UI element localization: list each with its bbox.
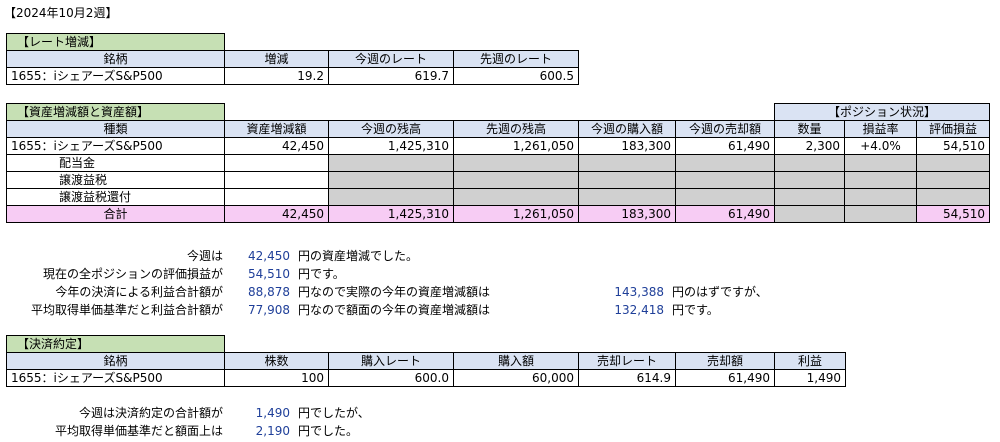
assets-total-cell — [774, 205, 845, 223]
settlement-cell: 600.0 — [328, 369, 454, 387]
assets-row-label: 譲渡益税還付 — [6, 188, 225, 206]
settlement-header-row: 銘柄 株数 購入レート 購入額 売却レート 売却額 利益 — [6, 352, 846, 370]
assets-total-cell: 54,510 — [915, 205, 991, 223]
summary-text: 円です。 — [672, 303, 719, 317]
rate-header-row: 銘柄 増減 今週のレート 先週のレート — [6, 50, 579, 68]
bottom-text: 円でした。 — [298, 424, 359, 438]
settlement-header: 株数 — [224, 352, 329, 370]
summary-label: 今年の決済による利益合計額が — [55, 285, 223, 299]
assets-cell: 2,300 — [774, 137, 845, 155]
summary-text: 円なので額面の今年の資産増減額は — [298, 303, 491, 317]
settlement-header: 売却額 — [675, 352, 775, 370]
rate-header-last-week: 先週のレート — [453, 50, 579, 68]
bottom-label: 今週は決済約定の合計額が — [78, 406, 223, 420]
assets-header-row: 種類 資産増減額 今週の残高 先週の残高 今週の購入額 今週の売却額 数量 損益… — [6, 120, 991, 138]
summary-text: 円です。 — [298, 267, 345, 281]
summary-value: 143,388 — [614, 285, 664, 299]
assets-header-unrealized: 評価損益 — [915, 120, 991, 138]
rate-issue: 1655：iシェアーズS&P500 — [6, 67, 225, 85]
settlement-cell: 61,490 — [675, 369, 775, 387]
assets-header-quantity: 数量 — [774, 120, 845, 138]
assets-cell: 1,425,310 — [328, 137, 454, 155]
assets-cell: 183,300 — [578, 137, 676, 155]
assets-total-cell: 61,490 — [675, 205, 775, 223]
settlement-header: 利益 — [774, 352, 846, 370]
assets-cell: 42,450 — [224, 137, 329, 155]
assets-title: 【資産増減額と資産額】 — [6, 103, 225, 121]
table-row: 1655：iシェアーズS&P500 19.2 619.7 600.5 — [6, 67, 579, 85]
summary-value: 132,418 — [614, 303, 664, 317]
assets-title-row: 【資産増減額と資産額】 【ポジション状況】 — [6, 103, 991, 121]
table-row: 1655：iシェアーズS&P500 42,450 1,425,310 1,261… — [6, 137, 991, 155]
settlement-table: 【決済約定】 銘柄 株数 購入レート 購入額 売却レート 売却額 利益 1655… — [6, 335, 846, 387]
table-row-total: 合計 42,450 1,425,310 1,261,050 183,300 61… — [6, 205, 991, 223]
summary-text: 円の資産増減でした。 — [298, 249, 419, 263]
summary-label: 今週は — [186, 249, 223, 263]
settlement-cell: 1655：iシェアーズS&P500 — [6, 369, 225, 387]
assets-header-sale: 今週の売却額 — [675, 120, 775, 138]
assets-total-cell: 183,300 — [578, 205, 676, 223]
assets-header-pl-rate: 損益率 — [844, 120, 917, 138]
rate-header-this-week: 今週のレート — [328, 50, 454, 68]
table-row: 配当金 — [6, 154, 991, 172]
assets-header-balance-this: 今週の残高 — [328, 120, 454, 138]
assets-total-cell: 1,261,050 — [453, 205, 579, 223]
rate-header-issue: 銘柄 — [6, 50, 225, 68]
assets-header-purchase: 今週の購入額 — [578, 120, 676, 138]
rate-table: 【レート増減】 銘柄 増減 今週のレート 先週のレート 1655：iシェアーズS… — [6, 33, 579, 85]
assets-total-cell: 1,425,310 — [328, 205, 454, 223]
settlement-cell: 1,490 — [774, 369, 846, 387]
table-row: 1655：iシェアーズS&P500 100 600.0 60,000 614.9… — [6, 369, 846, 387]
summary-value: 77,908 — [248, 303, 290, 317]
summary-value: 42,450 — [248, 249, 290, 263]
settlement-cell: 614.9 — [578, 369, 676, 387]
assets-row-label: 譲渡益税 — [6, 171, 225, 189]
settlement-header: 銘柄 — [6, 352, 225, 370]
assets-cell: 1655：iシェアーズS&P500 — [6, 137, 225, 155]
bottom-label: 平均取得単価基準だと額面上は — [54, 424, 223, 438]
assets-cell: 61,490 — [675, 137, 775, 155]
table-row: 譲渡益税 — [6, 171, 991, 189]
settlement-title-row: 【決済約定】 — [6, 335, 846, 353]
rate-header-change: 増減 — [224, 50, 329, 68]
assets-header-balance-last: 先週の残高 — [453, 120, 579, 138]
bottom-value: 2,190 — [255, 424, 290, 438]
rate-title-row: 【レート増減】 — [6, 33, 579, 51]
page-title: 【2024年10月2週】 — [4, 6, 118, 20]
settlement-header: 購入額 — [453, 352, 579, 370]
summary-label: 平均取得単価基準だと利益合計額が — [30, 303, 223, 317]
summary-value: 88,878 — [248, 285, 290, 299]
assets-cell: 1,261,050 — [453, 137, 579, 155]
summary-text: 円のはずですが、 — [672, 285, 768, 299]
summary-text: 円なので実際の今年の資産増減額は — [298, 285, 491, 299]
settlement-cell: 100 — [224, 369, 329, 387]
assets-row-label: 配当金 — [6, 154, 225, 172]
settlement-header: 売却レート — [578, 352, 676, 370]
settlement-title: 【決済約定】 — [6, 335, 225, 353]
rate-change: 19.2 — [224, 67, 329, 85]
assets-cell: 54,510 — [915, 137, 991, 155]
assets-total-label: 合計 — [6, 205, 225, 223]
summary-label: 現在の全ポジションの評価損益が — [42, 267, 223, 281]
assets-total-cell: 42,450 — [224, 205, 329, 223]
bottom-text: 円でしたが、 — [298, 406, 370, 420]
rate-title: 【レート増減】 — [6, 33, 225, 51]
assets-table: 【資産増減額と資産額】 【ポジション状況】 種類 資産増減額 今週の残高 先週の… — [6, 103, 991, 223]
assets-header-change: 資産増減額 — [224, 120, 329, 138]
rate-last-week: 600.5 — [453, 67, 579, 85]
assets-header-type: 種類 — [6, 120, 225, 138]
table-row: 譲渡益税還付 — [6, 188, 991, 206]
settlement-cell: 60,000 — [453, 369, 579, 387]
rate-this-week: 619.7 — [328, 67, 454, 85]
summary-value: 54,510 — [248, 267, 290, 281]
settlement-header: 購入レート — [328, 352, 454, 370]
bottom-value: 1,490 — [255, 406, 290, 420]
assets-total-cell — [844, 205, 917, 223]
assets-cell: +4.0% — [844, 137, 917, 155]
position-title: 【ポジション状況】 — [773, 103, 991, 121]
